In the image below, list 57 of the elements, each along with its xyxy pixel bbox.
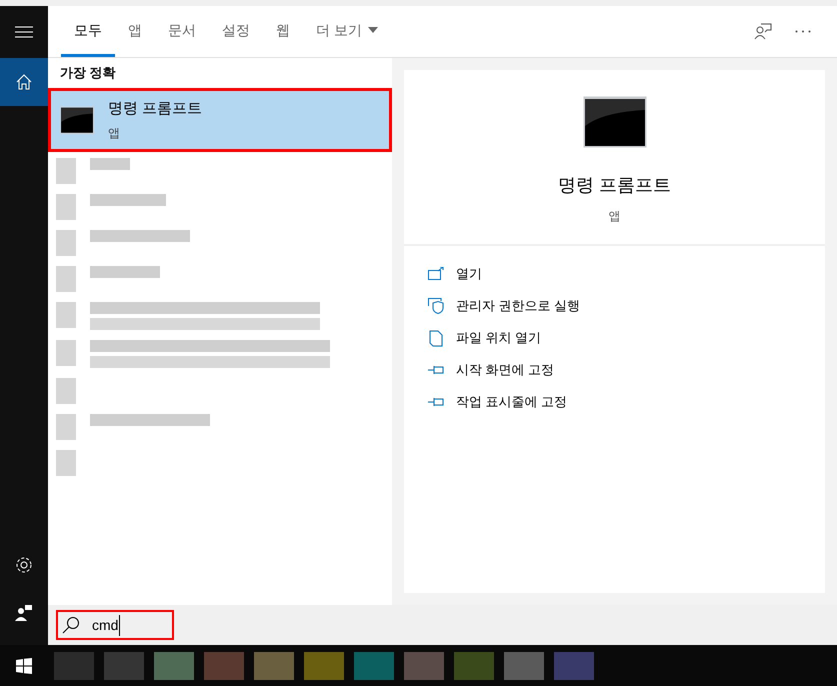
detail-subtitle: 앱 bbox=[608, 208, 620, 225]
action-item[interactable]: 열기 bbox=[428, 258, 825, 290]
open-window-icon bbox=[428, 267, 444, 281]
action-item[interactable]: 파일 위치 열기 bbox=[428, 322, 825, 354]
blurred-result bbox=[56, 158, 76, 184]
blurred-taskbar-app bbox=[154, 652, 194, 680]
console-window-icon bbox=[582, 96, 646, 148]
feedback-icon bbox=[754, 23, 772, 40]
blurred-taskbar-app bbox=[54, 652, 94, 680]
search-field[interactable]: cmd bbox=[56, 610, 174, 640]
action-item[interactable]: 작업 표시줄에 고정 bbox=[428, 386, 825, 418]
filter-tab[interactable]: 설정 bbox=[209, 6, 263, 57]
console-window-icon bbox=[60, 106, 94, 134]
settings-icon bbox=[15, 556, 33, 574]
blurred-result bbox=[56, 450, 76, 476]
caret-icon bbox=[368, 27, 378, 33]
blurred-text bbox=[90, 158, 130, 170]
blurred-taskbar-app bbox=[454, 652, 494, 680]
pin-icon bbox=[428, 364, 444, 376]
blurred-taskbar-app bbox=[404, 652, 444, 680]
blurred-taskbar-app bbox=[104, 652, 144, 680]
blurred-taskbar-app bbox=[554, 652, 594, 680]
result-subtitle: 앱 bbox=[108, 125, 121, 142]
blurred-result bbox=[56, 266, 76, 292]
blurred-result bbox=[56, 340, 76, 366]
blurred-result bbox=[56, 414, 76, 440]
section-title: 가장 정확 bbox=[59, 64, 117, 82]
home-button[interactable] bbox=[0, 58, 48, 106]
filter-tab[interactable]: 더 보기 bbox=[303, 6, 391, 57]
blurred-result bbox=[56, 194, 76, 220]
file-icon bbox=[429, 330, 443, 346]
blurred-taskbar-app bbox=[304, 652, 344, 680]
blurred-text bbox=[90, 266, 160, 278]
search-icon bbox=[62, 616, 80, 634]
shield-icon bbox=[428, 298, 444, 314]
menu-icon bbox=[15, 26, 33, 38]
filter-tab[interactable]: 웹 bbox=[263, 6, 303, 57]
result-title: 명령 프롬프트 bbox=[108, 98, 202, 119]
pin-icon bbox=[428, 396, 444, 408]
blurred-result bbox=[56, 230, 76, 256]
more-icon bbox=[795, 30, 811, 33]
blurred-taskbar-app bbox=[204, 652, 244, 680]
blurred-result bbox=[56, 378, 76, 404]
user-icon bbox=[15, 604, 33, 622]
detail-title: 명령 프롬프트 bbox=[558, 174, 671, 197]
blurred-result bbox=[56, 302, 76, 328]
search-text: cmd bbox=[92, 614, 120, 636]
blurred-taskbar-app bbox=[254, 652, 294, 680]
home-icon bbox=[16, 74, 32, 90]
filter-tab[interactable]: 문서 bbox=[155, 6, 209, 57]
filter-tab[interactable]: 앱 bbox=[115, 6, 155, 57]
best-match-item[interactable]: 명령 프롬프트 앱 bbox=[48, 88, 392, 152]
action-item[interactable]: 시작 화면에 고정 bbox=[428, 354, 825, 386]
windows-logo-icon bbox=[16, 658, 32, 674]
action-item[interactable]: 관리자 권한으로 실행 bbox=[428, 290, 825, 322]
blurred-taskbar-app bbox=[504, 652, 544, 680]
blurred-taskbar-app bbox=[354, 652, 394, 680]
